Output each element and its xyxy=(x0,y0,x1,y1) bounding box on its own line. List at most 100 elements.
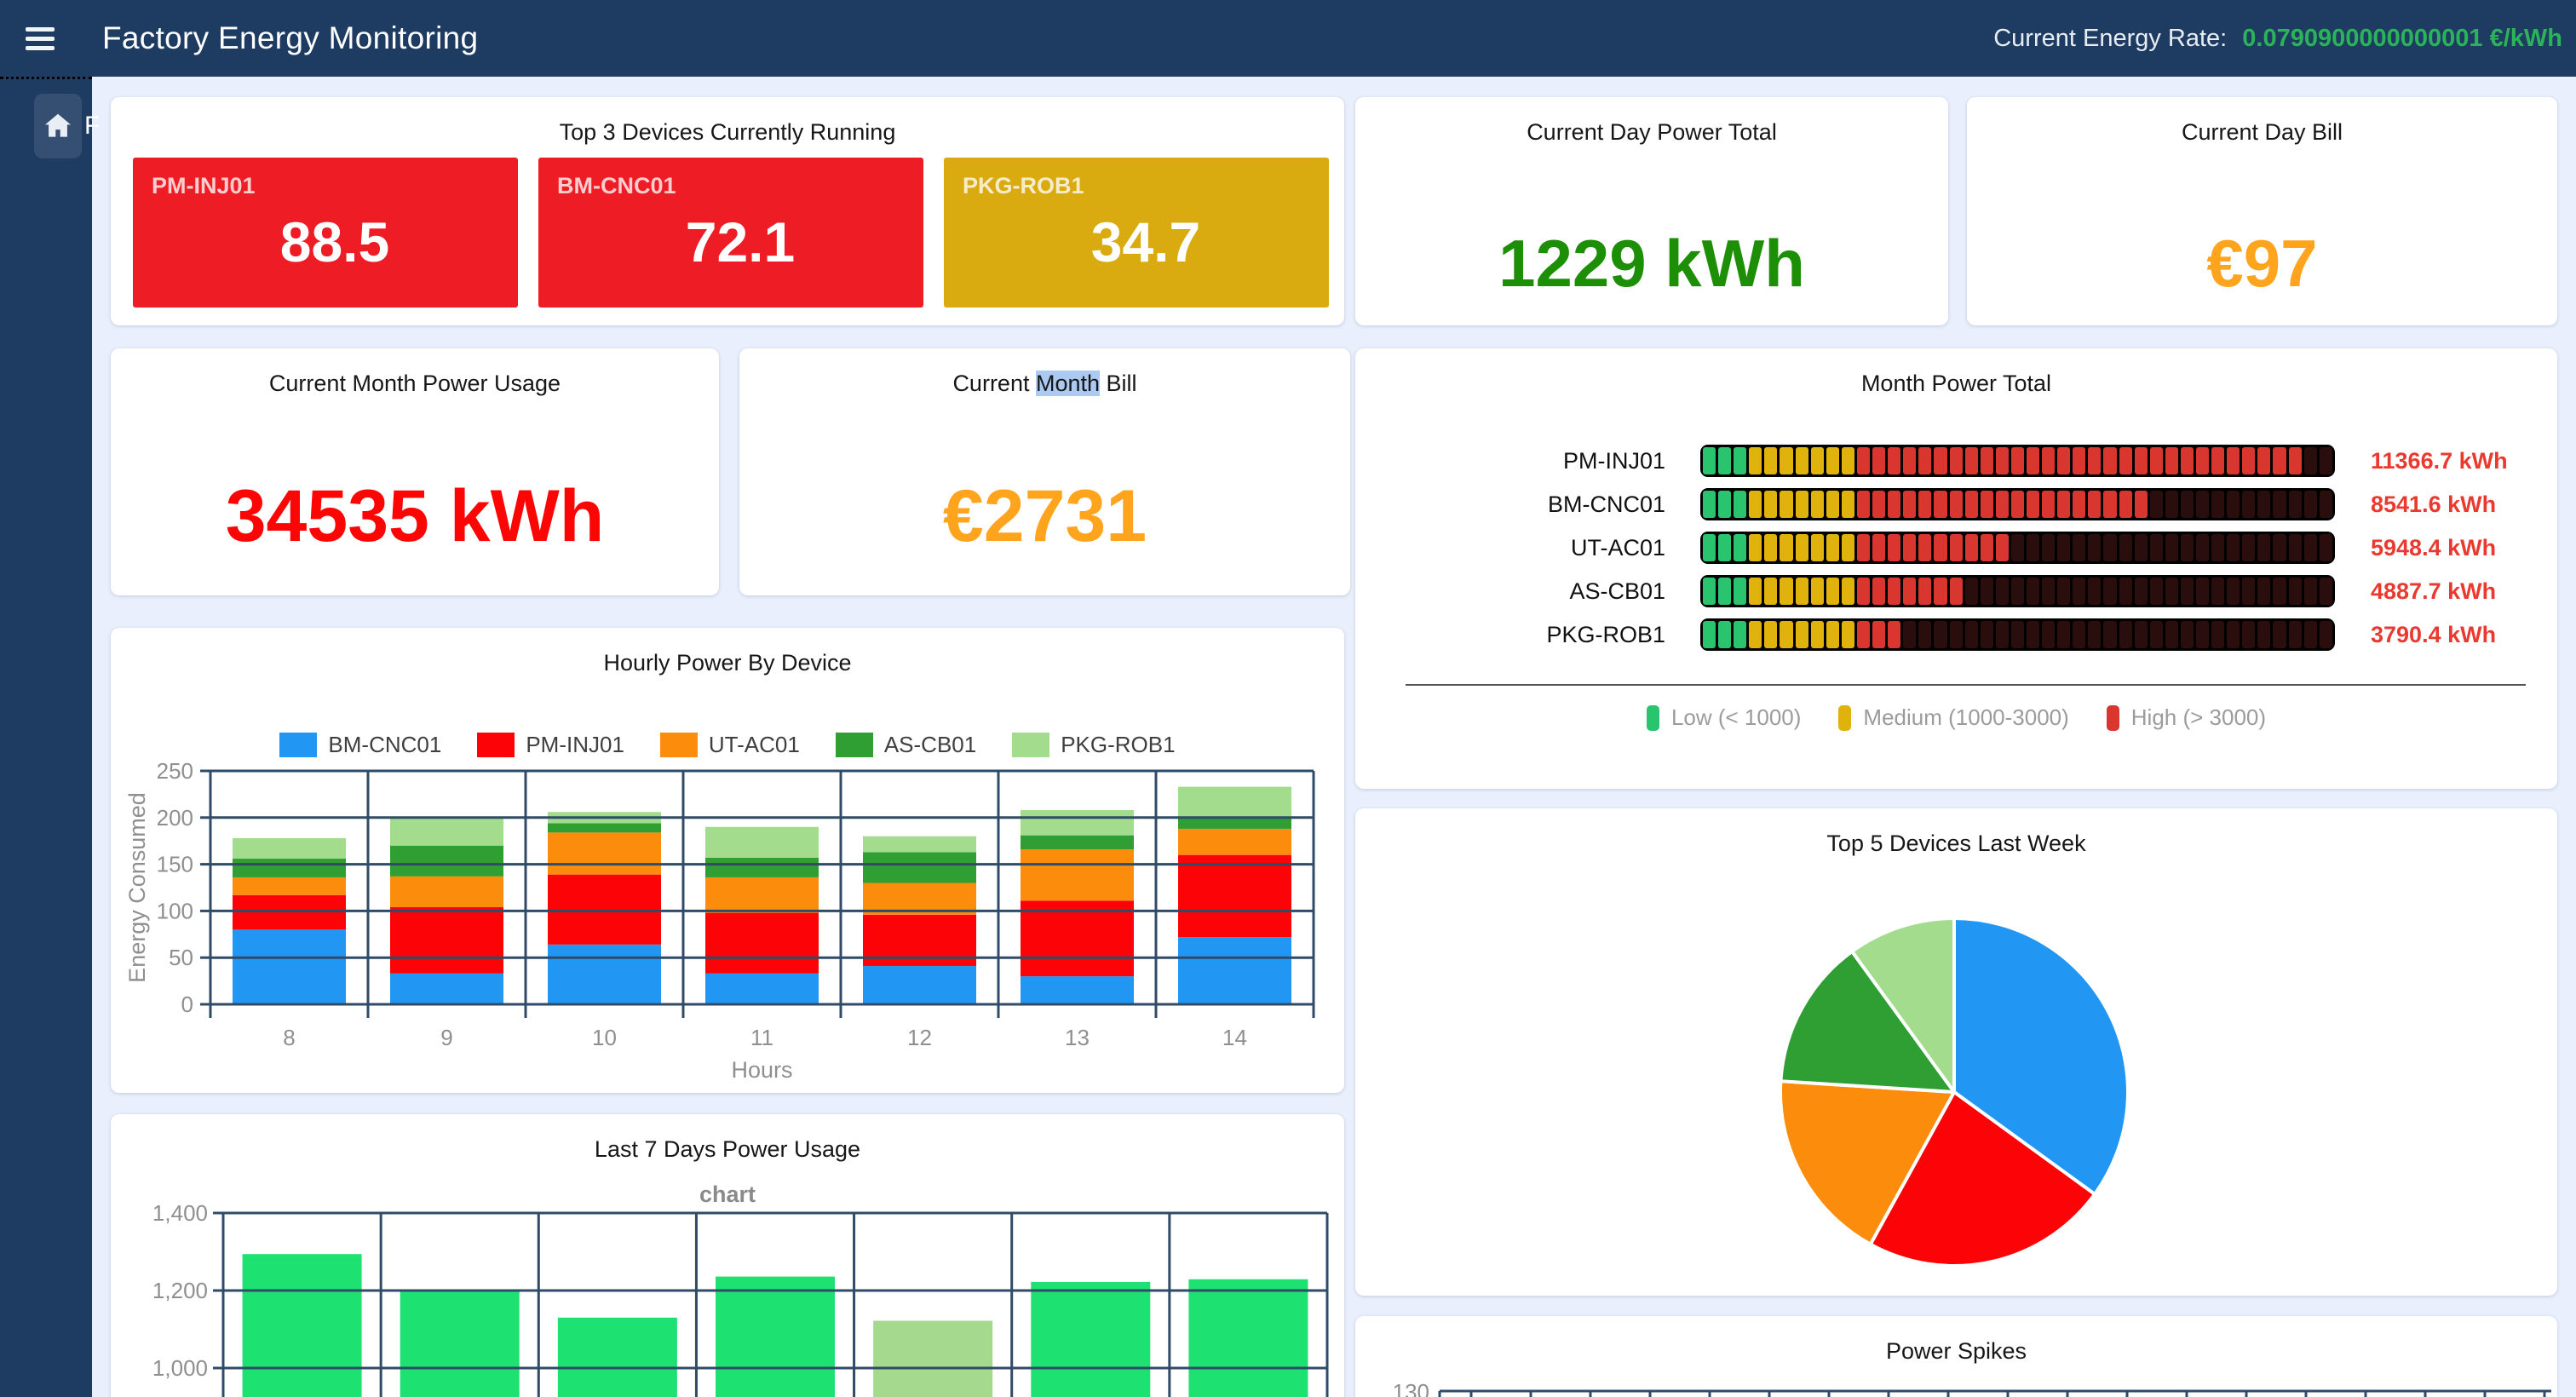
device-kwh-value: 11366.7 kWh xyxy=(2371,448,2508,474)
device-tile-name: PM-INJ01 xyxy=(152,173,518,199)
led-segment xyxy=(2273,621,2286,648)
bar-segment-PM-INJ01[interactable] xyxy=(705,913,819,974)
led-segment xyxy=(2088,578,2101,605)
day-bar[interactable] xyxy=(873,1320,992,1397)
bar-segment-PKG-ROB1[interactable] xyxy=(390,819,503,846)
home-button[interactable] xyxy=(34,94,82,158)
day-bar[interactable] xyxy=(558,1318,677,1397)
legend-swatch xyxy=(1647,705,1659,731)
bar-segment-UT-AC01[interactable] xyxy=(705,877,819,913)
bar-segment-AS-CB01[interactable] xyxy=(390,846,503,877)
day-bar[interactable] xyxy=(716,1277,835,1397)
bar-segment-BM-CNC01[interactable] xyxy=(548,945,661,1004)
svg-text:150: 150 xyxy=(157,852,193,877)
svg-text:100: 100 xyxy=(157,898,193,923)
led-segment xyxy=(2135,447,2148,474)
legend-label: High (> 3000) xyxy=(2131,704,2266,731)
led-gauge-rows: PM-INJ0111366.7 kWhBM-CNC018541.6 kWhUT-… xyxy=(1355,445,2557,662)
hourly-chart-svg[interactable]: 050100150200250891011121314HoursEnergy C… xyxy=(111,628,1344,1093)
energy-rate-value: 0.0790900000000001 €/kWh xyxy=(2242,25,2562,52)
led-gauge-bar xyxy=(1700,488,2335,520)
led-segment xyxy=(1780,621,1792,648)
bar-segment-PKG-ROB1[interactable] xyxy=(1178,787,1291,819)
bar-segment-AS-CB01[interactable] xyxy=(548,823,661,832)
bar-segment-UT-AC01[interactable] xyxy=(390,877,503,907)
bar-segment-AS-CB01[interactable] xyxy=(863,852,976,882)
led-gauge-bar xyxy=(1700,445,2335,477)
energy-rate: Current Energy Rate: 0.0790900000000001 … xyxy=(1993,25,2562,53)
menu-icon[interactable] xyxy=(26,27,55,50)
bar-segment-PM-INJ01[interactable] xyxy=(1178,855,1291,937)
led-segment xyxy=(1826,447,1839,474)
led-gauge-bar xyxy=(1700,575,2335,607)
bar-segment-UT-AC01[interactable] xyxy=(1021,849,1134,900)
led-segment xyxy=(2027,447,2039,474)
bar-segment-PM-INJ01[interactable] xyxy=(233,895,346,930)
led-gauge-row: BM-CNC018541.6 kWh xyxy=(1355,488,2557,520)
day-bar[interactable] xyxy=(1188,1279,1308,1397)
day-bar[interactable] xyxy=(243,1254,362,1397)
led-segment xyxy=(1950,447,1963,474)
bar-segment-AS-CB01[interactable] xyxy=(233,859,346,877)
bar-segment-PKG-ROB1[interactable] xyxy=(705,827,819,858)
led-segment xyxy=(2181,534,2194,561)
bar-segment-BM-CNC01[interactable] xyxy=(233,929,346,1004)
led-segment xyxy=(1703,491,1716,518)
led-segment xyxy=(2257,534,2270,561)
spikes-chart-svg[interactable]: 130 xyxy=(1355,1316,2557,1397)
legend-swatch xyxy=(2107,705,2119,731)
bar-segment-UT-AC01[interactable] xyxy=(233,877,346,895)
card-last7-days: Last 7 Days Power Usage chart 1,4001,200… xyxy=(111,1114,1344,1397)
svg-text:250: 250 xyxy=(157,758,193,784)
device-tile-value: 72.1 xyxy=(557,210,923,274)
bar-segment-BM-CNC01[interactable] xyxy=(390,974,503,1004)
day-bar[interactable] xyxy=(1031,1282,1150,1397)
led-segment xyxy=(2027,621,2039,648)
bar-segment-BM-CNC01[interactable] xyxy=(863,966,976,1004)
last7-chart-svg[interactable]: 1,4001,2001,000 xyxy=(111,1114,1344,1397)
led-segment xyxy=(2103,621,2116,648)
led-segment xyxy=(2150,621,2163,648)
bar-segment-AS-CB01[interactable] xyxy=(1178,819,1291,829)
led-segment xyxy=(2073,621,2085,648)
led-segment xyxy=(2273,534,2286,561)
legend-item: Medium (1000-3000) xyxy=(1838,704,2068,731)
led-legend: Low (< 1000)Medium (1000-3000)High (> 30… xyxy=(1355,704,2557,731)
led-segment xyxy=(1811,578,1824,605)
led-segment xyxy=(1764,578,1777,605)
bar-segment-UT-AC01[interactable] xyxy=(1178,829,1291,855)
card-month-bill: Current Month Bill €2731 xyxy=(739,348,1350,595)
bar-segment-BM-CNC01[interactable] xyxy=(1021,976,1134,1004)
bar-segment-PKG-ROB1[interactable] xyxy=(1021,810,1134,836)
led-segment xyxy=(1718,621,1731,648)
led-segment xyxy=(1749,447,1762,474)
led-segment xyxy=(2242,534,2255,561)
led-segment xyxy=(1903,621,1916,648)
bar-segment-UT-AC01[interactable] xyxy=(548,832,661,874)
led-segment xyxy=(1950,534,1963,561)
led-segment xyxy=(2304,447,2317,474)
bar-segment-PM-INJ01[interactable] xyxy=(548,875,661,945)
bar-segment-PKG-ROB1[interactable] xyxy=(863,836,976,853)
led-segment xyxy=(2227,578,2240,605)
pie-chart-svg[interactable] xyxy=(1355,808,2557,1296)
card-day-power-total: Current Day Power Total 1229 kWh xyxy=(1355,97,1948,325)
led-segment xyxy=(1826,578,1839,605)
day-bar[interactable] xyxy=(400,1291,520,1397)
bar-segment-BM-CNC01[interactable] xyxy=(705,974,819,1004)
legend-item: High (> 3000) xyxy=(2107,704,2266,731)
led-segment xyxy=(1872,534,1885,561)
led-segment xyxy=(2227,621,2240,648)
led-segment xyxy=(1918,578,1931,605)
led-segment xyxy=(2181,621,2194,648)
bar-segment-BM-CNC01[interactable] xyxy=(1178,937,1291,1004)
bar-segment-AS-CB01[interactable] xyxy=(705,858,819,877)
legend-swatch xyxy=(1838,705,1851,731)
home-icon xyxy=(42,110,74,142)
bar-segment-PKG-ROB1[interactable] xyxy=(233,838,346,859)
selected-text: Month xyxy=(1036,371,1100,396)
bar-segment-AS-CB01[interactable] xyxy=(1021,836,1134,849)
device-label: PM-INJ01 xyxy=(1423,448,1665,474)
led-segment xyxy=(2320,447,2332,474)
bar-segment-PM-INJ01[interactable] xyxy=(390,907,503,974)
